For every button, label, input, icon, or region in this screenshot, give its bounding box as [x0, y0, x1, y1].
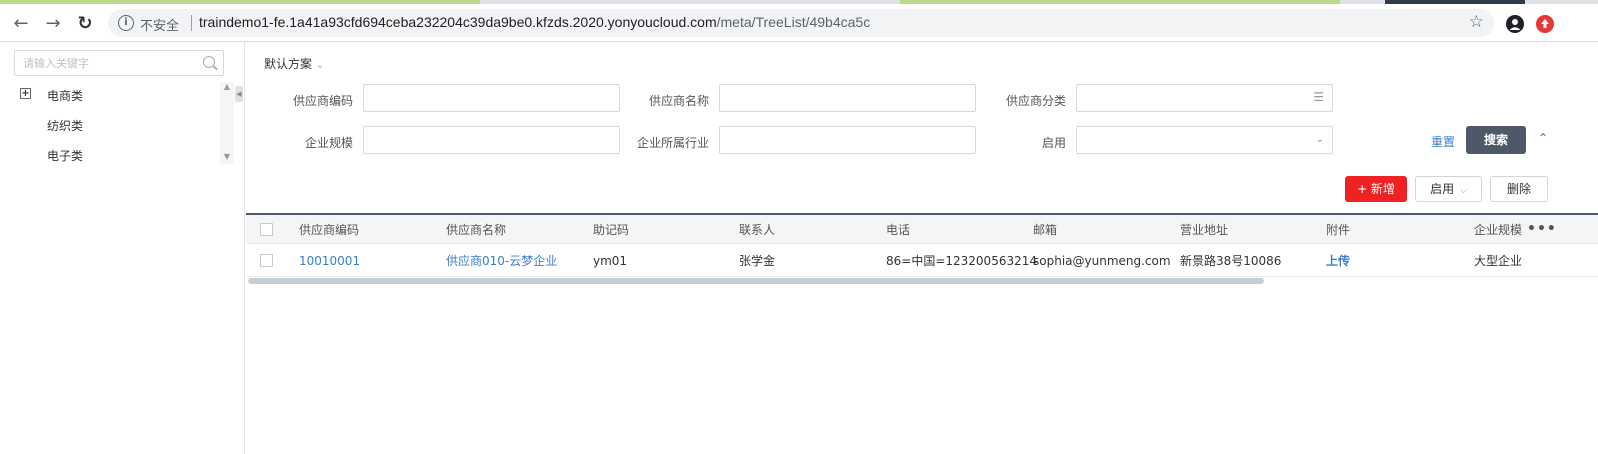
filter-input-name[interactable]	[719, 84, 976, 112]
url-text[interactable]: traindemo1-fe.1a41a93cfd694ceba232204c39…	[199, 14, 870, 30]
enable-dropdown-button[interactable]: 启用 ⌵	[1415, 176, 1482, 202]
forward-arrow-icon[interactable]: →	[38, 8, 68, 38]
filter-label-enabled: 启用	[1041, 136, 1066, 150]
select-all-checkbox[interactable]	[260, 222, 273, 236]
delete-button[interactable]: 删除	[1490, 176, 1548, 202]
profile-avatar-icon[interactable]	[1506, 15, 1524, 33]
tree-search-input[interactable]	[15, 51, 195, 75]
enable-label: 启用	[1430, 182, 1455, 196]
search-icon[interactable]	[203, 56, 215, 68]
info-icon[interactable]: i	[118, 15, 134, 31]
back-arrow-icon[interactable]: ←	[6, 8, 36, 38]
filter-label-code: 供应商编码	[292, 94, 353, 108]
scroll-up-icon[interactable]: ▲	[220, 82, 234, 94]
cell-address: 新景路38号10086	[1180, 254, 1282, 268]
column-header[interactable]: 联系人	[739, 215, 775, 243]
filter-label-industry: 企业所属行业	[636, 136, 709, 150]
column-header[interactable]: 供应商编码	[299, 215, 359, 243]
cell-contact: 张学金	[739, 254, 776, 268]
cell-scale: 大型企业	[1474, 254, 1523, 268]
expand-plus-icon[interactable]: +	[20, 88, 31, 99]
tree-item-fangzhi[interactable]: 纺织类	[47, 117, 83, 134]
cell-supplier-name[interactable]: 供应商010-云梦企业	[446, 245, 557, 276]
reload-icon[interactable]: ↻	[70, 8, 100, 38]
tree-search-box	[14, 50, 224, 76]
collapse-panel-handle[interactable]: ◀	[235, 86, 243, 102]
bookmark-star-icon[interactable]: ☆	[1469, 12, 1484, 32]
arrow-up-icon	[1541, 19, 1549, 28]
column-header[interactable]: 助记码	[593, 215, 629, 243]
table-header: 供应商编码 供应商名称 助记码 联系人 电话 邮箱 营业地址 附件 企业规模 •…	[246, 213, 1598, 244]
filter-label-category: 供应商分类	[1005, 94, 1066, 108]
tree-item-dianshang[interactable]: 电商类	[47, 87, 83, 104]
table-row[interactable]: 10010001 供应商010-云梦企业 ym01 张学金 86=中国=1232…	[246, 245, 1598, 277]
scheme-selector[interactable]: 默认方案 ⌄	[264, 55, 324, 72]
tree-panel: + 电商类 纺织类 电子类 ▲ ▼ ◀	[0, 42, 245, 454]
upload-link[interactable]: 上传	[1326, 245, 1350, 276]
column-header[interactable]: 营业地址	[1180, 215, 1228, 243]
update-icon[interactable]	[1536, 15, 1554, 33]
address-bar[interactable]: i 不安全 traindemo1-fe.1a41a93cfd694ceba232…	[108, 9, 1494, 37]
security-label: 不安全	[140, 18, 180, 33]
cell-supplier-code[interactable]: 10010001	[299, 245, 360, 276]
column-header[interactable]: 供应商名称	[446, 215, 506, 243]
cell-email: sophia@yunmeng.com	[1033, 253, 1171, 268]
tree-scrollbar[interactable]: ▲ ▼	[220, 82, 234, 164]
column-header[interactable]: 电话	[886, 215, 910, 243]
cell-phone: 86=中国=123200563214	[886, 254, 1037, 268]
filter-label-scale: 企业规模	[304, 136, 353, 150]
browser-toolbar: ← → ↻ i 不安全 traindemo1-fe.1a41a93cfd694c…	[0, 4, 1598, 42]
search-button[interactable]: 搜索	[1466, 126, 1526, 154]
filter-input-category[interactable]: ☰	[1076, 84, 1333, 112]
chevron-up-icon[interactable]: ⌃	[1536, 131, 1550, 145]
row-checkbox[interactable]	[260, 254, 273, 267]
chevron-down-icon: ⌄	[316, 60, 325, 71]
scheme-label: 默认方案	[264, 57, 313, 71]
filter-input-code[interactable]	[363, 84, 620, 112]
url-path: /meta/TreeList/49b4ca5c	[716, 14, 871, 30]
filter-label-name: 供应商名称	[648, 94, 709, 108]
url-host: traindemo1-fe.1a41a93cfd694ceba232204c39…	[199, 14, 717, 30]
divider	[191, 15, 192, 31]
more-options-icon[interactable]: •••	[1527, 222, 1557, 236]
horizontal-scrollbar[interactable]	[248, 278, 1264, 284]
filter-select-enabled[interactable]: ⌄	[1076, 126, 1333, 154]
column-header[interactable]: 附件	[1326, 215, 1350, 243]
cell-mnemonic: ym01	[593, 253, 628, 268]
chevron-down-icon: ⌵	[1460, 186, 1467, 196]
filter-input-scale[interactable]	[363, 126, 620, 154]
column-header[interactable]: 邮箱	[1033, 215, 1057, 243]
chevron-down-icon: ⌄	[1315, 134, 1324, 145]
reset-link[interactable]: 重置	[1431, 133, 1455, 150]
list-icon[interactable]: ☰	[1313, 90, 1324, 104]
tree-item-dianzi[interactable]: 电子类	[47, 147, 83, 164]
scroll-down-icon[interactable]: ▼	[220, 152, 234, 164]
add-button[interactable]: + 新增	[1345, 176, 1407, 202]
main-content: 默认方案 ⌄ 供应商编码 供应商名称 供应商分类 ☰ 企业规模 企业所属行业 启用…	[246, 42, 1598, 454]
column-header[interactable]: 企业规模	[1474, 215, 1522, 243]
person-icon	[1509, 19, 1521, 30]
filter-input-industry[interactable]	[719, 126, 976, 154]
